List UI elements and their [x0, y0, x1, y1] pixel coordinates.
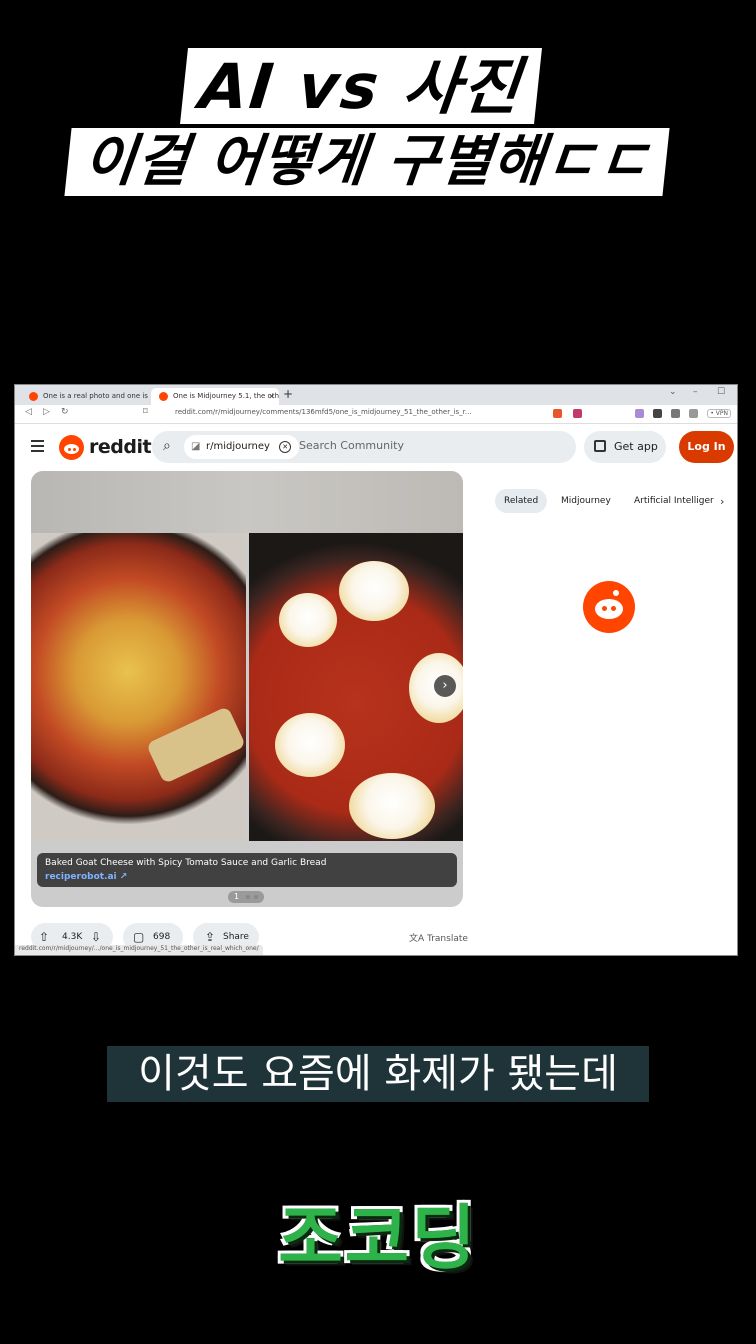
menu-icon[interactable] [31, 440, 44, 455]
extension-icon[interactable] [635, 409, 644, 418]
minimize-icon[interactable]: – [693, 387, 698, 397]
bookmark-icon[interactable]: ⌑ [143, 407, 148, 417]
tab-2[interactable]: One is Midjourney 5.1, the other... ✕ [151, 388, 279, 405]
food-photo-right [249, 533, 463, 841]
community-chip[interactable]: ◪ r/midjourney ✕ [184, 435, 300, 459]
get-app-label: Get app [614, 440, 658, 453]
egg-shape [349, 773, 435, 839]
vpn-button[interactable]: • VPN [707, 409, 731, 418]
wallet-icon[interactable] [689, 409, 698, 418]
reload-icon[interactable]: ↻ [61, 407, 69, 417]
brave-rewards-icon[interactable] [573, 409, 582, 418]
puzzle-icon[interactable] [653, 409, 662, 418]
tab-related[interactable]: Related [495, 489, 548, 513]
translate-icon: 文A [409, 934, 425, 944]
title-line-1: AI vs 사진 [180, 48, 542, 124]
carousel-indicator: 1 [228, 891, 264, 903]
reddit-header: reddit ⌕ ◪ r/midjourney ✕ Search Communi… [15, 425, 737, 471]
reddit-favicon-icon [29, 392, 38, 401]
egg-shape [275, 713, 345, 777]
egg-shape [279, 593, 337, 647]
related-tabs: Related Midjourney Artificial Intelliger [495, 489, 735, 515]
close-icon[interactable]: ✕ [279, 441, 292, 453]
status-bar-url: reddit.com/r/midjourney/.../one_is_midjo… [15, 945, 263, 955]
channel-logo: 조코딩 [250, 1176, 506, 1279]
community-icon: ◪ [191, 441, 201, 452]
carousel-index: 1 [234, 892, 240, 901]
address-bar: ◁ ▷ ↻ ⌑ reddit.com/r/midjourney/comments… [15, 405, 737, 424]
external-link-icon: ↗ [119, 872, 128, 882]
garlic-bread-shape [145, 706, 247, 784]
post-image-gallery[interactable]: › Baked Goat Cheese with Spicy Tomato Sa… [31, 471, 463, 907]
tab-midjourney[interactable]: Midjourney [561, 489, 611, 513]
reddit-favicon-icon [159, 392, 168, 401]
browser-window: One is a real photo and one is AI... One… [14, 384, 738, 956]
snoo-icon [583, 581, 635, 633]
close-tab-icon[interactable]: ✕ [268, 388, 275, 405]
carousel-dot[interactable] [246, 895, 250, 899]
translate-button[interactable]: 文A Translate [409, 931, 468, 944]
login-button[interactable]: Log In [679, 431, 734, 463]
chevron-right-icon[interactable]: › [434, 675, 456, 697]
caption-link-label: reciperobot.ai [45, 872, 117, 882]
search-input[interactable]: Search Community [299, 439, 404, 452]
tab-1[interactable]: One is a real photo and one is AI... [21, 388, 149, 405]
search-icon: ⌕ [163, 438, 171, 454]
egg-shape [339, 561, 409, 621]
reddit-logo-icon[interactable] [59, 435, 84, 460]
sidebar-icon[interactable] [671, 409, 680, 418]
tab-artificial-intelligence[interactable]: Artificial Intelliger [634, 489, 714, 513]
community-chip-label: r/midjourney [206, 441, 270, 452]
new-tab-button[interactable]: + [283, 387, 293, 401]
carousel-dot[interactable] [254, 895, 258, 899]
get-app-button[interactable]: Get app [584, 431, 666, 463]
food-photo-left [31, 533, 247, 841]
image-caption: Baked Goat Cheese with Spicy Tomato Sauc… [37, 853, 457, 887]
search-bar[interactable]: ⌕ ◪ r/midjourney ✕ Search Community [152, 431, 576, 463]
qr-code-icon [594, 440, 606, 452]
caption-title: Baked Goat Cheese with Spicy Tomato Sauc… [45, 858, 327, 868]
url-field[interactable]: reddit.com/r/midjourney/comments/136mfd5… [175, 408, 472, 416]
reddit-wordmark[interactable]: reddit [89, 436, 152, 458]
translate-label: Translate [427, 934, 468, 944]
chevron-right-icon[interactable]: › [720, 495, 724, 508]
back-icon[interactable]: ◁ [25, 407, 32, 417]
title-line-2: 이걸 어떻게 구별해ㄷㄷ [64, 128, 670, 196]
tab-1-label: One is a real photo and one is AI... [43, 392, 149, 400]
caption-link[interactable]: reciperobot.ai ↗ [45, 872, 127, 882]
gallery-blur-background [31, 471, 463, 533]
maximize-icon[interactable]: ☐ [717, 387, 725, 397]
forward-icon[interactable]: ▷ [43, 407, 50, 417]
video-subtitle: 이것도 요즘에 화제가 됐는데 [107, 1046, 649, 1102]
chevron-down-icon[interactable]: ⌄ [669, 387, 677, 397]
brave-shield-icon[interactable] [553, 409, 562, 418]
tab-2-label: One is Midjourney 5.1, the other... [173, 392, 279, 400]
channel-logo-text: 조코딩 [278, 1197, 478, 1279]
tab-bar: One is a real photo and one is AI... One… [15, 385, 737, 405]
